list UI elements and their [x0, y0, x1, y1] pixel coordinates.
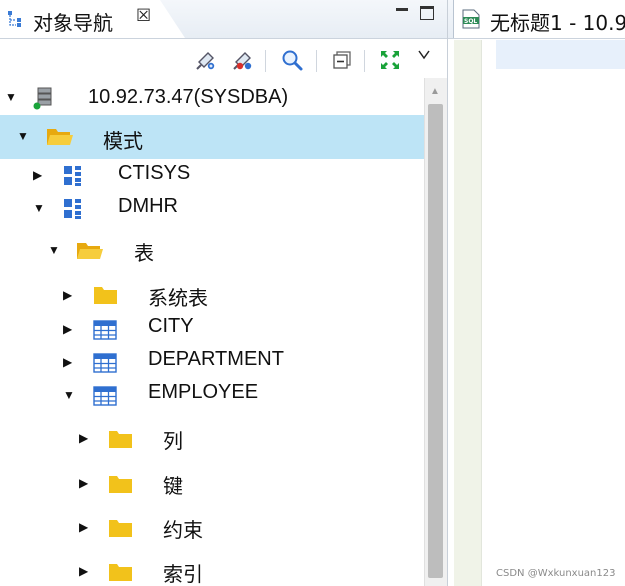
tree-node-system-tables[interactable]: ▶ 系统表	[0, 279, 424, 313]
editor-tab[interactable]: SQL 无标题1 - 10.9	[453, 0, 625, 38]
expand-icon[interactable]	[376, 46, 404, 74]
search-icon[interactable]	[278, 46, 306, 74]
navigator-toolbar	[0, 40, 447, 78]
collapse-toggle[interactable]: ▼	[33, 202, 45, 214]
tree-node-connection[interactable]: ▼ 10.92.73.47(SYSDBA)	[0, 80, 424, 114]
object-navigator-panel: 对象导航 ☒ ▼ 10.92.73.47(SYSDBA) ▼ 模式 ▶ CTIS…	[0, 0, 448, 586]
tree-node-columns[interactable]: ▶ 列	[0, 422, 424, 456]
tree-node-label: EMPLOYEE	[148, 381, 259, 403]
toolbar-separator	[316, 50, 317, 72]
tree-node-keys[interactable]: ▶ 键	[0, 467, 424, 501]
tree-node-table-employee[interactable]: ▼ EMPLOYEE	[0, 379, 424, 413]
scroll-up-arrow-icon[interactable]: ▲	[430, 86, 440, 97]
object-tree: ▼ 10.92.73.47(SYSDBA) ▼ 模式 ▶ CTISYS ▼ DM…	[0, 78, 424, 586]
navigator-tab-title: 对象导航	[33, 11, 113, 35]
table-icon	[93, 385, 117, 412]
folder-open-icon	[46, 125, 74, 152]
expand-toggle[interactable]: ▶	[63, 289, 72, 301]
expand-toggle[interactable]: ▶	[79, 432, 88, 444]
tree-node-tables-folder[interactable]: ▼ 表	[0, 233, 424, 267]
toolbar-separator	[265, 50, 266, 72]
expand-toggle[interactable]: ▶	[79, 565, 88, 577]
collapse-toggle[interactable]: ▼	[17, 130, 29, 142]
schema-icon	[62, 197, 86, 226]
view-menu-chevron-down-icon[interactable]	[418, 49, 430, 63]
watermark-text: CSDN @Wxkunxuan123	[496, 568, 616, 579]
navigator-tree-icon	[7, 10, 25, 28]
tree-node-schema-ctisys[interactable]: ▶ CTISYS	[0, 158, 424, 192]
expand-toggle[interactable]: ▶	[79, 521, 88, 533]
tree-node-table-department[interactable]: ▶ DEPARTMENT	[0, 346, 424, 380]
tree-node-label: DMHR	[118, 195, 178, 217]
close-icon[interactable]: ☒	[136, 6, 151, 26]
folder-icon	[108, 561, 134, 586]
tree-node-label: 表	[134, 241, 154, 265]
tree-node-table-city[interactable]: ▶ CITY	[0, 313, 424, 347]
collapse-toggle[interactable]: ▼	[48, 244, 60, 256]
scrollbar-thumb[interactable]	[428, 104, 443, 578]
collapse-toggle[interactable]: ▼	[63, 389, 75, 401]
table-icon	[93, 352, 117, 379]
tree-node-label: 索引	[163, 562, 203, 586]
collapse-all-icon[interactable]	[328, 46, 356, 74]
tree-node-schemas[interactable]: ▼ 模式	[0, 115, 424, 159]
navigator-tab[interactable]: 对象导航 ☒	[0, 0, 185, 38]
expand-toggle[interactable]: ▶	[63, 356, 72, 368]
folder-icon	[93, 284, 119, 311]
server-icon	[31, 86, 55, 115]
expand-toggle[interactable]: ▶	[63, 323, 72, 335]
tree-node-label: 模式	[103, 129, 143, 153]
folder-icon	[108, 473, 134, 500]
maximize-button[interactable]	[420, 6, 434, 20]
sql-editor-area: SQL 无标题1 - 10.9 CSDN @Wxkunxuan123	[448, 0, 625, 586]
tree-node-constraints[interactable]: ▶ 约束	[0, 511, 424, 545]
editor-tab-strip: SQL 无标题1 - 10.9	[448, 0, 625, 39]
tree-node-label: CITY	[148, 315, 194, 337]
tree-node-label: DEPARTMENT	[148, 348, 284, 370]
tree-node-label: 10.92.73.47(SYSDBA)	[88, 86, 289, 108]
sql-file-icon: SQL	[462, 9, 480, 29]
folder-icon	[108, 428, 134, 455]
tree-node-label: 系统表	[148, 286, 208, 310]
tree-node-label: CTISYS	[118, 162, 191, 184]
current-line-highlight[interactable]	[496, 40, 625, 69]
editor-gutter	[454, 40, 482, 586]
svg-text:SQL: SQL	[464, 18, 477, 25]
disconnect-icon[interactable]	[229, 46, 257, 74]
schema-icon	[62, 164, 86, 193]
tree-node-label: 键	[163, 474, 183, 498]
tree-node-label: 约束	[163, 518, 203, 542]
navigator-tab-strip: 对象导航 ☒	[0, 0, 447, 39]
toolbar-separator	[364, 50, 365, 72]
expand-toggle[interactable]: ▶	[33, 169, 42, 181]
minimize-button[interactable]	[396, 6, 408, 20]
connect-icon[interactable]	[192, 46, 220, 74]
collapse-toggle[interactable]: ▼	[5, 91, 17, 103]
tree-node-indexes[interactable]: ▶ 索引	[0, 555, 424, 586]
editor-tab-title: 无标题1 - 10.9	[490, 11, 625, 35]
folder-icon	[108, 517, 134, 544]
table-icon	[93, 319, 117, 346]
tree-scrollbar[interactable]: ▲	[424, 78, 447, 586]
folder-open-icon	[76, 239, 104, 266]
tree-node-label: 列	[163, 429, 183, 453]
tree-node-schema-dmhr[interactable]: ▼ DMHR	[0, 191, 424, 225]
expand-toggle[interactable]: ▶	[79, 477, 88, 489]
